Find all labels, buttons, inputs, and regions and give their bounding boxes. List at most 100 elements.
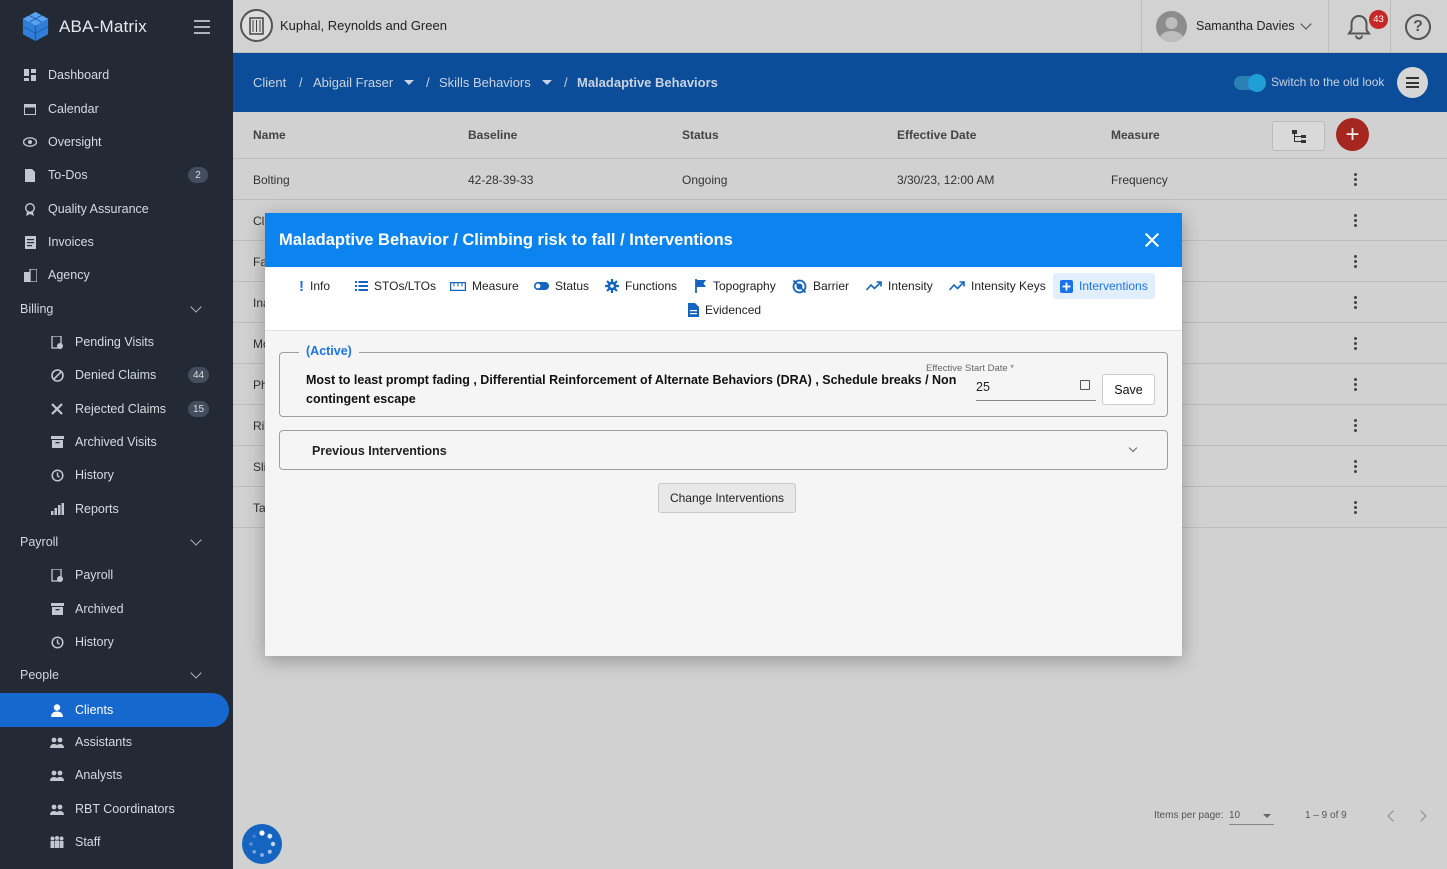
tab-interventions[interactable]: Interventions (1053, 273, 1155, 299)
sidebar-item-calendar[interactable]: Calendar (0, 93, 229, 125)
table-row[interactable]: Bolting 42-28-39-33 Ongoing 3/30/23, 12:… (233, 159, 1447, 200)
sidebar-item-payroll[interactable]: Payroll (0, 559, 229, 591)
row-menu-icon[interactable] (1354, 296, 1358, 310)
breadcrumb-client-name[interactable]: Abigail Fraser (313, 75, 393, 90)
sidebar-item-denied-claims[interactable]: Denied Claims 44 (0, 359, 229, 391)
group-icon (50, 735, 64, 749)
sidebar-item-assistants[interactable]: Assistants (0, 726, 229, 758)
tab-functions[interactable]: Functions (599, 274, 683, 298)
sidebar-item-payroll-history[interactable]: History (0, 626, 229, 658)
caret-down-icon[interactable] (404, 80, 414, 85)
cell-effective-date: 3/30/23, 12:00 AM (897, 173, 995, 187)
chevron-down-icon (190, 534, 202, 546)
agency-name[interactable]: Kuphal, Reynolds and Green (280, 18, 447, 33)
cell-name: Cl (253, 214, 265, 228)
cell-measure: Frequency (1111, 173, 1168, 187)
user-name: Samantha Davies (1196, 19, 1295, 33)
sidebar-item-rejected-claims[interactable]: Rejected Claims 15 (0, 393, 229, 425)
sidebar-section-billing[interactable]: Billing (0, 293, 229, 325)
column-header-baseline[interactable]: Baseline (468, 128, 517, 142)
tab-label: Intensity (888, 279, 933, 293)
effective-start-date-label: Effective Start Date * (926, 363, 1015, 374)
breadcrumb-skills-behaviors[interactable]: Skills Behaviors (439, 75, 531, 90)
chevron-down-icon (1300, 18, 1312, 30)
row-menu-icon[interactable] (1354, 501, 1358, 515)
row-menu-icon[interactable] (1354, 419, 1358, 433)
row-menu-icon[interactable] (1354, 337, 1358, 351)
change-interventions-button[interactable]: Change Interventions (658, 483, 796, 513)
tab-measure[interactable]: Measure (444, 274, 525, 298)
plus-box-icon (1060, 279, 1073, 293)
staff-group-icon (50, 835, 64, 849)
document-icon (688, 303, 699, 317)
sidebar-item-dashboard[interactable]: Dashboard (0, 59, 229, 91)
tab-barrier[interactable]: Barrier (786, 274, 855, 298)
dialog-tabs: ! Info STOs/LTOs Measure Status Function… (265, 267, 1182, 331)
tab-status[interactable]: Status (528, 274, 595, 298)
interventions-dialog: Maladaptive Behavior / Climbing risk to … (265, 213, 1182, 656)
tab-label: Barrier (813, 279, 850, 293)
tab-intensity-keys[interactable]: Intensity Keys (943, 274, 1052, 298)
effective-start-date-value[interactable]: 25 (976, 380, 990, 394)
sidebar-item-rbt-coordinators[interactable]: RBT Coordinators (0, 793, 229, 825)
caret-down-icon[interactable] (542, 80, 552, 85)
sidebar-item-analysts[interactable]: Analysts (0, 759, 229, 791)
bell-icon[interactable] (1347, 14, 1371, 40)
sidebar-item-quality-assurance[interactable]: Quality Assurance (0, 193, 229, 225)
column-header-status[interactable]: Status (682, 128, 719, 142)
todo-icon (23, 168, 37, 182)
close-icon[interactable] (1144, 232, 1160, 248)
tree-view-button[interactable] (1272, 121, 1325, 151)
sidebar-item-payroll-archived[interactable]: Archived (0, 593, 229, 625)
sidebar-item-agency[interactable]: Agency (0, 259, 229, 291)
building-icon (23, 268, 37, 282)
save-button[interactable]: Save (1102, 374, 1155, 405)
column-header-name[interactable]: Name (253, 128, 286, 142)
breadcrumb-client[interactable]: Client (253, 75, 286, 90)
tab-label: Status (555, 279, 590, 293)
prev-page-icon[interactable] (1387, 810, 1399, 822)
tab-stos-ltos[interactable]: STOs/LTOs (349, 274, 442, 298)
sidebar-item-clients[interactable]: Clients (0, 693, 229, 727)
page-menu-button[interactable] (1397, 67, 1428, 98)
sidebar-item-oversight[interactable]: Oversight (0, 126, 229, 158)
sidebar-item-label: Denied Claims (75, 368, 157, 382)
column-header-measure[interactable]: Measure (1111, 128, 1160, 142)
sidebar-item-reports[interactable]: Reports (0, 493, 229, 525)
sidebar-item-todos[interactable]: To-Dos 2 (0, 159, 229, 191)
group-icon (50, 802, 64, 816)
row-menu-icon[interactable] (1354, 255, 1358, 269)
sidebar-item-invoices[interactable]: Invoices (0, 226, 229, 258)
ruler-icon (450, 281, 466, 291)
user-menu[interactable]: Samantha Davies (1141, 0, 1329, 53)
tab-evidenced[interactable]: Evidenced (682, 298, 767, 322)
row-menu-icon[interactable] (1354, 173, 1358, 187)
row-menu-icon[interactable] (1354, 214, 1358, 228)
sidebar-item-archived-visits[interactable]: Archived Visits (0, 426, 229, 458)
agency-logo (240, 9, 273, 42)
tab-info[interactable]: ! Info (293, 274, 336, 298)
sidebar-item-staff[interactable]: Staff (0, 826, 229, 858)
sidebar-item-billing-history[interactable]: History (0, 459, 229, 491)
help-icon[interactable]: ? (1405, 14, 1431, 40)
calendar-icon[interactable] (1080, 380, 1090, 390)
add-behavior-button[interactable]: + (1336, 118, 1369, 151)
trend-icon (949, 281, 965, 291)
sidebar-toggle-icon[interactable] (194, 20, 210, 38)
previous-interventions-accordion[interactable]: Previous Interventions (279, 430, 1168, 470)
rejected-claims-count-badge: 15 (188, 401, 210, 417)
effective-start-date-field[interactable]: Effective Start Date * 25 (926, 363, 1096, 401)
next-page-icon[interactable] (1415, 810, 1427, 822)
page-range: 1 – 9 of 9 (1305, 810, 1347, 821)
row-menu-icon[interactable] (1354, 378, 1358, 392)
sidebar-item-pending-visits[interactable]: Pending Visits (0, 326, 229, 358)
row-menu-icon[interactable] (1354, 460, 1358, 474)
person-icon (50, 703, 64, 717)
tab-topography[interactable]: Topography (689, 274, 782, 298)
sidebar-section-payroll[interactable]: Payroll (0, 526, 229, 558)
loading-spinner-button[interactable] (242, 824, 282, 864)
tab-intensity[interactable]: Intensity (860, 274, 939, 298)
sidebar-section-people[interactable]: People (0, 659, 229, 691)
column-header-effective-date[interactable]: Effective Date (897, 128, 976, 142)
old-look-toggle[interactable] (1234, 74, 1266, 92)
